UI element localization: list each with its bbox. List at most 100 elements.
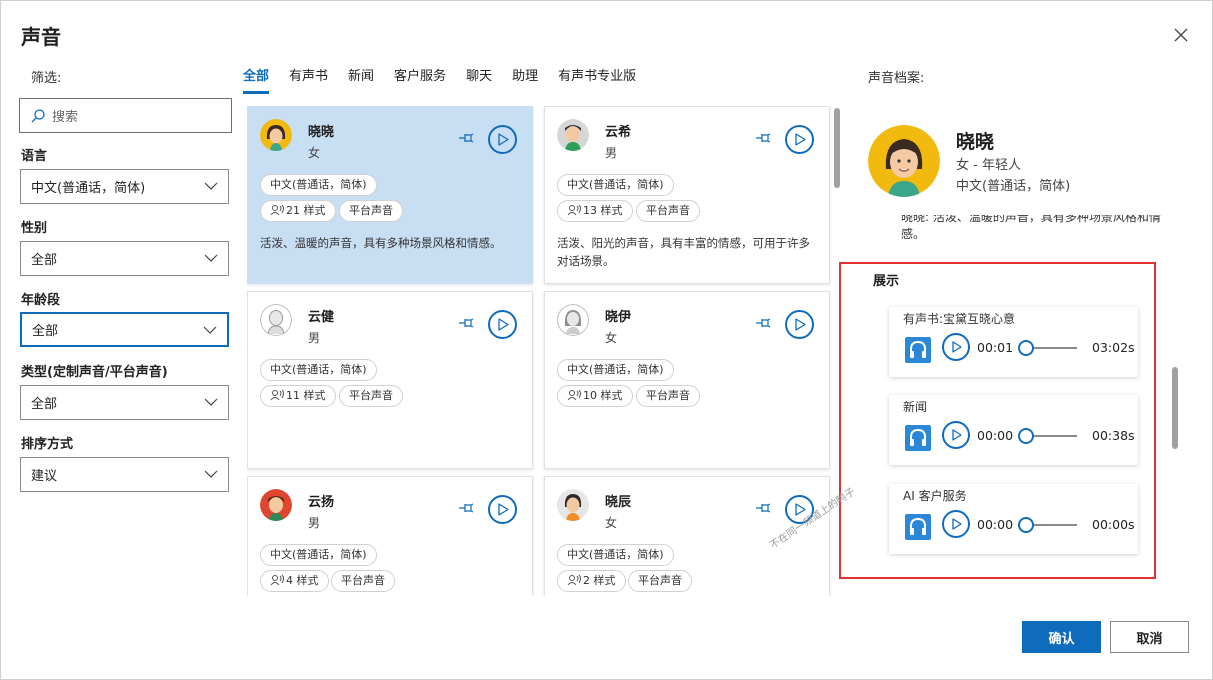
voice-styles-icon	[270, 204, 284, 216]
sample-duration: 03:02s	[1092, 340, 1135, 355]
language-chip: 中文(普通话，简体)	[260, 174, 377, 196]
search-placeholder: 搜索	[52, 110, 79, 125]
audio-sample: 新闻 00:00 00:38s	[889, 395, 1138, 465]
play-icon	[951, 518, 962, 530]
tab-news[interactable]: 新闻	[348, 65, 374, 94]
filter-label: 筛选:	[31, 71, 62, 86]
profile-scrollbar[interactable]	[1172, 367, 1178, 449]
voice-card[interactable]: 云希 男 中文(普通话，简体) 13 样式 平台声音 活泼、阳光的声音，具有丰富…	[544, 106, 830, 284]
pin-icon[interactable]	[754, 316, 772, 334]
age-select[interactable]: 全部	[20, 312, 229, 347]
language-label: 语言	[21, 149, 48, 164]
sample-play-button[interactable]	[942, 333, 970, 361]
showcase-title: 展示	[873, 274, 900, 289]
sort-label: 排序方式	[21, 437, 74, 452]
sample-progress-thumb[interactable]	[1018, 428, 1034, 444]
female-orange-avatar	[557, 489, 589, 521]
tab-assistant[interactable]: 助理	[512, 65, 538, 94]
male-gray-avatar	[260, 304, 292, 336]
language-chip: 中文(普通话，简体)	[557, 359, 674, 381]
search-input[interactable]: 搜索	[19, 98, 232, 133]
pin-icon[interactable]	[754, 131, 772, 149]
sample-title: 有声书:宝黛互晓心意	[903, 312, 1016, 326]
search-icon	[31, 108, 45, 122]
voice-styles-icon	[567, 389, 581, 401]
type-label: 类型(定制声音/平台声音)	[21, 365, 168, 380]
tab-audiobook[interactable]: 有声书	[289, 65, 328, 94]
voice-name: 云扬	[308, 495, 335, 510]
source-chip: 平台声音	[628, 570, 692, 592]
chevron-down-icon	[204, 182, 218, 190]
language-chip: 中文(普通话，简体)	[557, 174, 674, 196]
sort-select[interactable]: 建议	[20, 457, 229, 492]
sample-current-time: 00:00	[977, 517, 1014, 532]
pin-icon[interactable]	[754, 501, 772, 519]
grid-scrollbar[interactable]	[834, 108, 840, 188]
source-chip: 平台声音	[331, 570, 395, 592]
pin-icon[interactable]	[457, 501, 475, 519]
male-green-avatar	[557, 119, 589, 151]
male-red-avatar	[260, 489, 292, 521]
voice-gender: 女	[308, 146, 321, 160]
chevron-down-icon	[203, 326, 217, 334]
source-chip: 平台声音	[339, 200, 403, 222]
play-icon	[951, 341, 962, 353]
voice-card[interactable]: 晓伊 女 中文(普通话，简体) 10 样式 平台声音	[544, 291, 830, 469]
voice-name: 云健	[308, 310, 335, 325]
voice-description: 活泼、阳光的声音，具有丰富的情感，可用于许多对话场景。	[557, 236, 810, 268]
sample-title: 新闻	[903, 400, 928, 414]
cancel-button[interactable]: 取消	[1110, 621, 1189, 653]
source-chip: 平台声音	[636, 200, 700, 222]
sample-progress-thumb[interactable]	[1018, 340, 1034, 356]
language-value: 中文(普通话，简体)	[31, 181, 146, 196]
sample-current-time: 00:00	[977, 428, 1014, 443]
play-icon	[497, 133, 509, 146]
language-select[interactable]: 中文(普通话，简体)	[20, 169, 229, 204]
profile-subtitle: 女 - 年轻人	[956, 158, 1021, 173]
styles-chip: 2 样式	[557, 570, 626, 592]
chevron-down-icon	[204, 470, 218, 478]
headphones-icon	[903, 335, 933, 365]
play-button[interactable]	[488, 310, 517, 339]
voice-card[interactable]: 云健 男 中文(普通话，简体) 11 样式 平台声音	[247, 291, 533, 469]
sample-play-button[interactable]	[942, 421, 970, 449]
female-gray-avatar	[557, 304, 589, 336]
voice-description: 活泼、温暖的声音，具有多种场景风格和情感。	[260, 236, 502, 250]
styles-count: 2 样式	[583, 574, 616, 587]
play-button[interactable]	[785, 310, 814, 339]
voice-gender: 男	[605, 146, 618, 160]
pin-icon[interactable]	[457, 131, 475, 149]
type-value: 全部	[31, 397, 58, 412]
voice-dialog: 声音 筛选: 搜索 语言 中文(普通话，简体) 性别 全部 年龄段 全部 类型(…	[0, 0, 1213, 680]
styles-chip: 10 样式	[557, 385, 633, 407]
voice-card[interactable]: 晓晓 女 中文(普通话，简体) 21 样式 平台声音 活泼、温暖的声音，具有多种…	[247, 106, 533, 284]
close-button[interactable]	[1169, 23, 1193, 47]
sample-play-button[interactable]	[942, 510, 970, 538]
play-icon	[951, 429, 962, 441]
play-button[interactable]	[488, 495, 517, 524]
voice-styles-icon	[270, 389, 284, 401]
play-button[interactable]	[785, 125, 814, 154]
play-button[interactable]	[488, 125, 517, 154]
source-chip: 平台声音	[339, 385, 403, 407]
profile-avatar	[868, 125, 940, 197]
type-select[interactable]: 全部	[20, 385, 229, 420]
age-value: 全部	[32, 324, 59, 339]
category-tabs: 全部 有声书 新闻 客户服务 聊天 助理 有声书专业版	[243, 65, 656, 94]
voice-card[interactable]: 云扬 男 中文(普通话，简体) 4 样式 平台声音	[247, 476, 533, 596]
pin-icon[interactable]	[457, 316, 475, 334]
tab-chat[interactable]: 聊天	[466, 65, 492, 94]
profile-name: 晓晓	[956, 131, 995, 153]
sample-progress-thumb[interactable]	[1018, 517, 1034, 533]
styles-count: 11 样式	[286, 389, 326, 402]
voice-name: 晓辰	[605, 495, 632, 510]
tab-all[interactable]: 全部	[243, 65, 270, 94]
confirm-button[interactable]: 确认	[1022, 621, 1101, 653]
gender-select[interactable]: 全部	[20, 241, 229, 276]
tab-audiobook-pro[interactable]: 有声书专业版	[558, 65, 636, 94]
profile-description-viewport: 晓晓: 活泼、温暖的声音，具有多种场景风格和情感。	[867, 215, 1167, 251]
sample-duration: 00:38s	[1092, 428, 1135, 443]
sort-value: 建议	[31, 469, 58, 484]
voice-name: 云希	[605, 125, 632, 140]
tab-customer-service[interactable]: 客户服务	[394, 65, 446, 94]
